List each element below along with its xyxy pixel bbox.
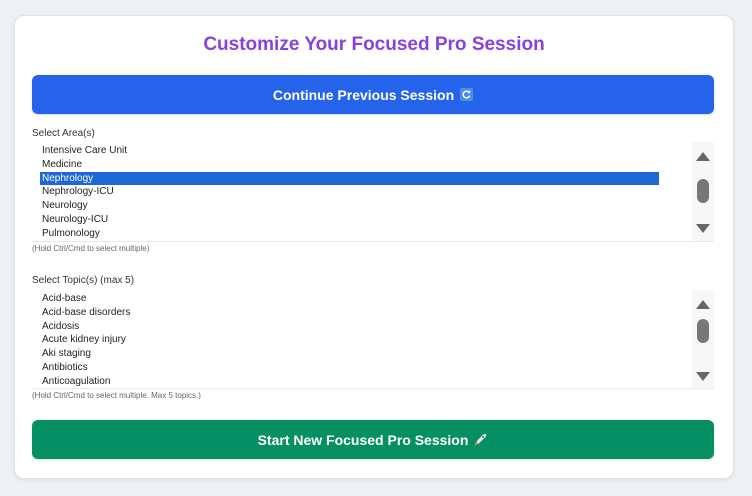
page-title: Customize Your Focused Pro Session <box>203 34 545 55</box>
start-session-button[interactable]: Start New Focused Pro Session <box>32 420 714 459</box>
topic-option[interactable]: Acute kidney injury <box>40 333 126 346</box>
topics-hint: (Hold Ctrl/Cmd to select multiple. Max 5… <box>32 391 201 400</box>
continue-session-label: Continue Previous Session <box>272 87 455 103</box>
topic-option[interactable]: Aki staging <box>40 347 91 360</box>
area-option[interactable]: Intensive Care Unit <box>40 144 127 157</box>
topics-listbox[interactable]: Acid-base Acid-base disorders Acidosis A… <box>32 290 714 389</box>
topic-option[interactable]: Acid-base <box>40 292 86 305</box>
topic-option[interactable]: Antibiotics <box>40 361 88 374</box>
topics-scrollbar[interactable] <box>692 290 714 388</box>
start-session-label: Start New Focused Pro Session <box>257 432 469 448</box>
topic-option[interactable]: Anticoagulation <box>40 375 110 388</box>
areas-scrollbar[interactable] <box>692 142 714 241</box>
area-option-selected[interactable]: Nephrology <box>40 172 659 185</box>
areas-label: Select Area(s) <box>32 128 95 139</box>
area-option[interactable]: Nephrology-ICU <box>40 185 114 198</box>
scroll-down-arrow-icon[interactable] <box>696 224 710 233</box>
area-option[interactable]: Neurology-ICU <box>40 213 108 226</box>
scroll-up-arrow-icon[interactable] <box>696 152 710 161</box>
scroll-thumb[interactable] <box>697 179 709 203</box>
area-option[interactable]: Neurology <box>40 199 88 212</box>
area-option[interactable]: Pulmonology <box>40 227 100 240</box>
topic-option[interactable]: Acidosis <box>40 320 79 333</box>
session-config-card: Customize Your Focused Pro Session Conti… <box>14 15 734 479</box>
scroll-down-arrow-icon[interactable] <box>696 372 710 381</box>
topic-option[interactable]: Acid-base disorders <box>40 306 130 319</box>
rocket-icon <box>474 422 488 461</box>
scroll-thumb[interactable] <box>697 319 709 343</box>
topics-label: Select Topic(s) (max 5) <box>32 275 135 286</box>
scroll-up-arrow-icon[interactable] <box>696 300 710 309</box>
areas-hint: (Hold Ctrl/Cmd to select multiple) <box>32 244 150 253</box>
areas-listbox[interactable]: Intensive Care Unit Medicine Nephrology … <box>32 142 714 242</box>
area-option[interactable]: Medicine <box>40 158 82 171</box>
continue-session-button[interactable]: Continue Previous Session <box>32 75 714 114</box>
refresh-icon <box>460 88 474 101</box>
